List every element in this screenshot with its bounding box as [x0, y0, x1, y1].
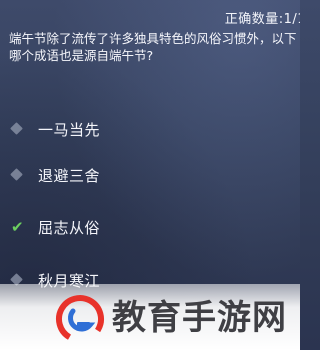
option-2[interactable]: 退避三舍	[10, 162, 100, 188]
question-text: 端午节除了流传了许多独具特色的风俗习惯外，以下哪个成语也是源自端午节?	[9, 31, 297, 63]
quiz-screen: 正确数量:1/1 端午节除了流传了许多独具特色的风俗习惯外，以下哪个成语也是源自…	[0, 0, 300, 350]
option-label: 屈志从俗	[38, 218, 101, 237]
option-1[interactable]: 一马当先	[10, 116, 100, 142]
site-logo-icon	[56, 295, 104, 343]
watermark-text: 教育手游网	[112, 298, 287, 338]
check-icon: ✔	[11, 218, 24, 236]
diamond-icon	[10, 168, 24, 182]
diamond-icon	[10, 122, 24, 136]
option-3-correct[interactable]: ✔ 屈志从俗	[10, 214, 100, 240]
score-counter: 正确数量:1/1	[224, 12, 300, 27]
option-label: 退避三舍	[38, 166, 101, 185]
option-label: 一马当先	[38, 120, 101, 139]
